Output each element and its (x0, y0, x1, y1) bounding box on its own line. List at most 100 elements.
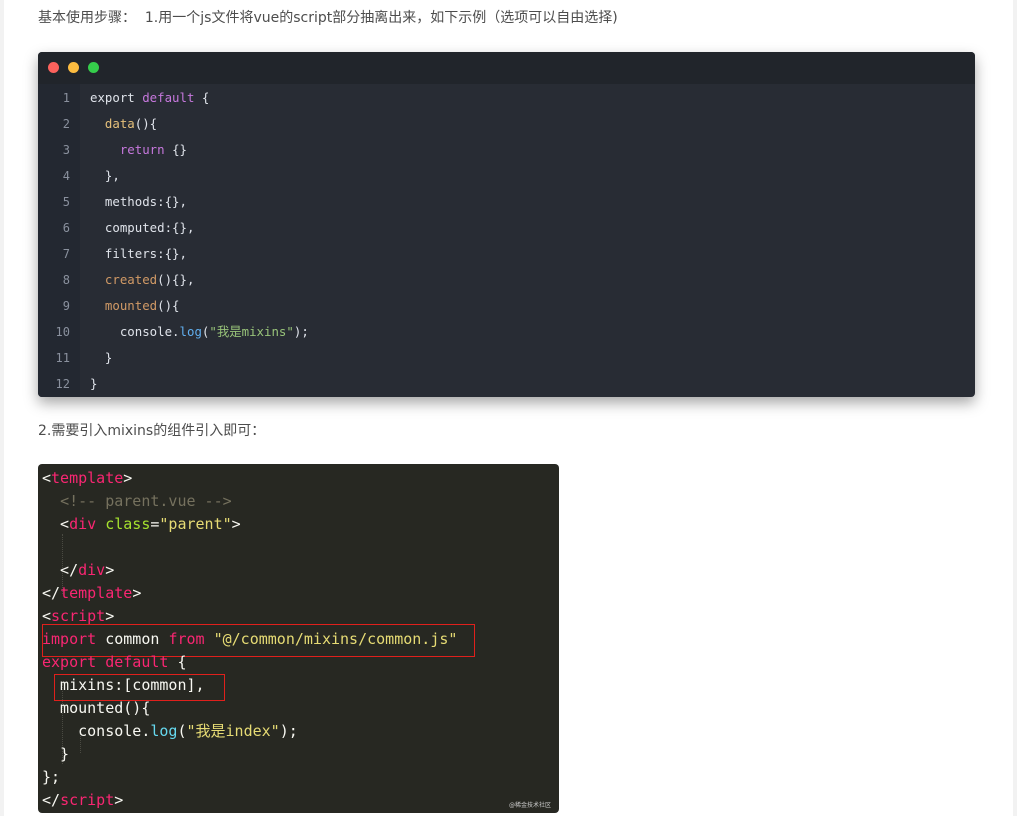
code-line: <!-- parent.vue --> (42, 490, 232, 513)
code-token: log (150, 722, 178, 740)
code-token: script (60, 791, 115, 809)
code-line: import common from "@/common/mixins/comm… (42, 628, 457, 651)
code-text: data(){ (90, 111, 157, 137)
line-number: 5 (62, 195, 70, 209)
line-number: 9 (62, 299, 70, 313)
code-token: filters:{}, (90, 246, 187, 261)
code-token: ); (279, 722, 298, 740)
code-token: (){ (157, 298, 180, 313)
line-number: 3 (62, 143, 70, 157)
code-token: return (119, 142, 165, 157)
code-line: }; (42, 766, 60, 789)
code-token: }; (42, 768, 61, 786)
line-number: 1 (62, 91, 70, 105)
code-token: </ (42, 584, 61, 602)
code-token: common (96, 630, 169, 648)
code-token: > (123, 469, 133, 487)
code-text: created(){}, (90, 267, 195, 293)
code-token: "@/common/mixins/common.js" (213, 630, 458, 648)
code-token: } (42, 745, 70, 763)
code-line: } (42, 743, 69, 766)
code-token: template (60, 584, 133, 602)
code-line: <div class="parent"> (42, 513, 241, 536)
line-number: 4 (62, 169, 70, 183)
code-token: computed:{}, (90, 220, 195, 235)
code-line: <template> (42, 467, 132, 490)
code-token: </ (42, 791, 61, 809)
code-token: > (231, 515, 241, 533)
line-number: 10 (55, 325, 70, 339)
code-token: (){}, (157, 272, 195, 287)
code-token: }, (90, 168, 120, 183)
code-text: } (90, 345, 112, 371)
code-token: console. (90, 324, 180, 339)
code-token: import (42, 630, 97, 648)
code-token: default (142, 90, 195, 105)
step-1-text: 基本使用步骤： 1.用一个js文件将vue的script部分抽离出来，如下示例（… (38, 10, 618, 26)
code-token: ); (293, 324, 309, 339)
code-token: created (104, 272, 158, 287)
code-line: </template> (42, 582, 141, 605)
code-token: "我是mixins" (209, 324, 294, 339)
code-line: 7 filters:{}, (38, 241, 975, 267)
line-number: 6 (62, 221, 70, 235)
code-text: mounted(){ (90, 293, 180, 319)
code-token: from (168, 630, 205, 648)
code-token: < (42, 515, 70, 533)
code-token: ( (177, 722, 187, 740)
code-token: "我是index" (186, 722, 280, 740)
code-line: 9 mounted(){ (38, 293, 975, 319)
code-token: class (105, 515, 151, 533)
code-token: > (132, 584, 142, 602)
code-token: template (51, 469, 124, 487)
code-token: <!-- parent.vue --> (60, 492, 232, 510)
code-token: div (78, 561, 106, 579)
code-line: 2 data(){ (38, 111, 975, 137)
code-token: "parent" (159, 515, 232, 533)
code-image-parent-vue: @稀金技术社区 <template> <!-- parent.vue --> <… (38, 464, 559, 813)
line-number: 8 (62, 273, 70, 287)
code-line: 4 }, (38, 163, 975, 189)
code-line: 6 computed:{}, (38, 215, 975, 241)
code-line: 12} (38, 371, 975, 397)
code-line: 1 export default { (38, 85, 975, 111)
code-text: filters:{}, (90, 241, 187, 267)
code-line: 10 console.log("我是mixins"); (38, 319, 975, 345)
maximize-dot-icon (88, 62, 99, 73)
code-line: console.log("我是index"); (42, 720, 298, 743)
code-token: </ (42, 561, 79, 579)
code-token: export (90, 90, 143, 105)
window-title-bar (38, 52, 975, 84)
code-token: methods:{}, (90, 194, 187, 209)
close-dot-icon (48, 62, 59, 73)
article-page: 基本使用步骤： 1.用一个js文件将vue的script部分抽离出来，如下示例（… (4, 0, 1013, 816)
code-text: computed:{}, (90, 215, 195, 241)
code-token: < (42, 469, 52, 487)
code-token: } (90, 376, 98, 391)
line-number: 11 (55, 351, 70, 365)
code-line: 5 methods:{}, (38, 189, 975, 215)
code-token: } (90, 350, 113, 365)
code-line: 11 } (38, 345, 975, 371)
code-line: mixins:[common], (42, 674, 205, 697)
code-line: 8 created(){}, (38, 267, 975, 293)
watermark: @稀金技术社区 (508, 802, 551, 809)
code-line: </script> (42, 789, 123, 812)
code-token: mounted(){ (42, 699, 151, 717)
code-token: (){ (134, 116, 158, 131)
code-text: } (90, 371, 97, 397)
code-lines: 1 export default {2 data(){3 return {} 4 }… (38, 85, 975, 397)
code-line: mounted(){ (42, 697, 150, 720)
line-number: 7 (62, 247, 70, 261)
code-token: > (105, 607, 115, 625)
code-token: log (179, 324, 202, 339)
code-text: return {} (90, 137, 187, 163)
code-token: < (42, 607, 52, 625)
code-text: console.log("我是mixins"); (90, 319, 309, 345)
